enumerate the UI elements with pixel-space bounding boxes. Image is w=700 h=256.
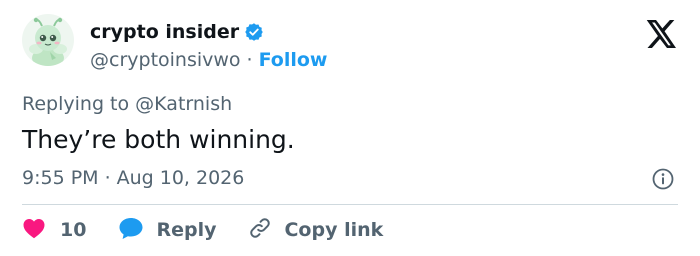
avatar[interactable]	[22, 14, 74, 66]
like-count: 10	[60, 219, 87, 241]
separator-dot: ·	[246, 49, 253, 71]
like-button[interactable]: 10	[22, 217, 86, 243]
follow-button[interactable]: Follow	[259, 48, 328, 72]
replying-to-mention[interactable]: @Katrnish	[135, 93, 232, 115]
tweet-date[interactable]: Aug 10, 2026	[117, 166, 245, 190]
heart-icon	[22, 217, 46, 243]
author-display-name[interactable]: crypto insider	[90, 20, 239, 44]
copy-link-button[interactable]: Copy link	[248, 216, 383, 244]
copy-link-label: Copy link	[284, 219, 384, 241]
speech-bubble-icon	[118, 216, 144, 244]
link-icon	[248, 216, 272, 244]
author-handle[interactable]: @cryptoinsivwo	[90, 48, 241, 72]
separator-dot: ·	[104, 167, 111, 189]
tweet-text: They’re both winning.	[22, 125, 295, 154]
reply-label: Reply	[156, 219, 217, 241]
verified-badge-icon	[244, 22, 264, 42]
action-bar: 10 Reply Copy link	[22, 216, 383, 244]
author-name-row: crypto insider	[90, 20, 264, 44]
info-icon[interactable]	[651, 167, 675, 191]
replying-to-line: Replying to @Katrnish	[22, 92, 232, 116]
tweet-time[interactable]: 9:55 PM	[22, 166, 99, 190]
x-logo-icon[interactable]	[646, 20, 678, 48]
tweet-card: crypto insider @cryptoinsivwo · Follow R…	[0, 0, 700, 256]
reply-button[interactable]: Reply	[118, 216, 216, 244]
tweet-meta: 9:55 PM · Aug 10, 2026	[22, 166, 244, 190]
divider	[22, 204, 678, 205]
replying-prefix: Replying to	[22, 93, 130, 115]
author-handle-row: @cryptoinsivwo · Follow	[90, 48, 328, 72]
